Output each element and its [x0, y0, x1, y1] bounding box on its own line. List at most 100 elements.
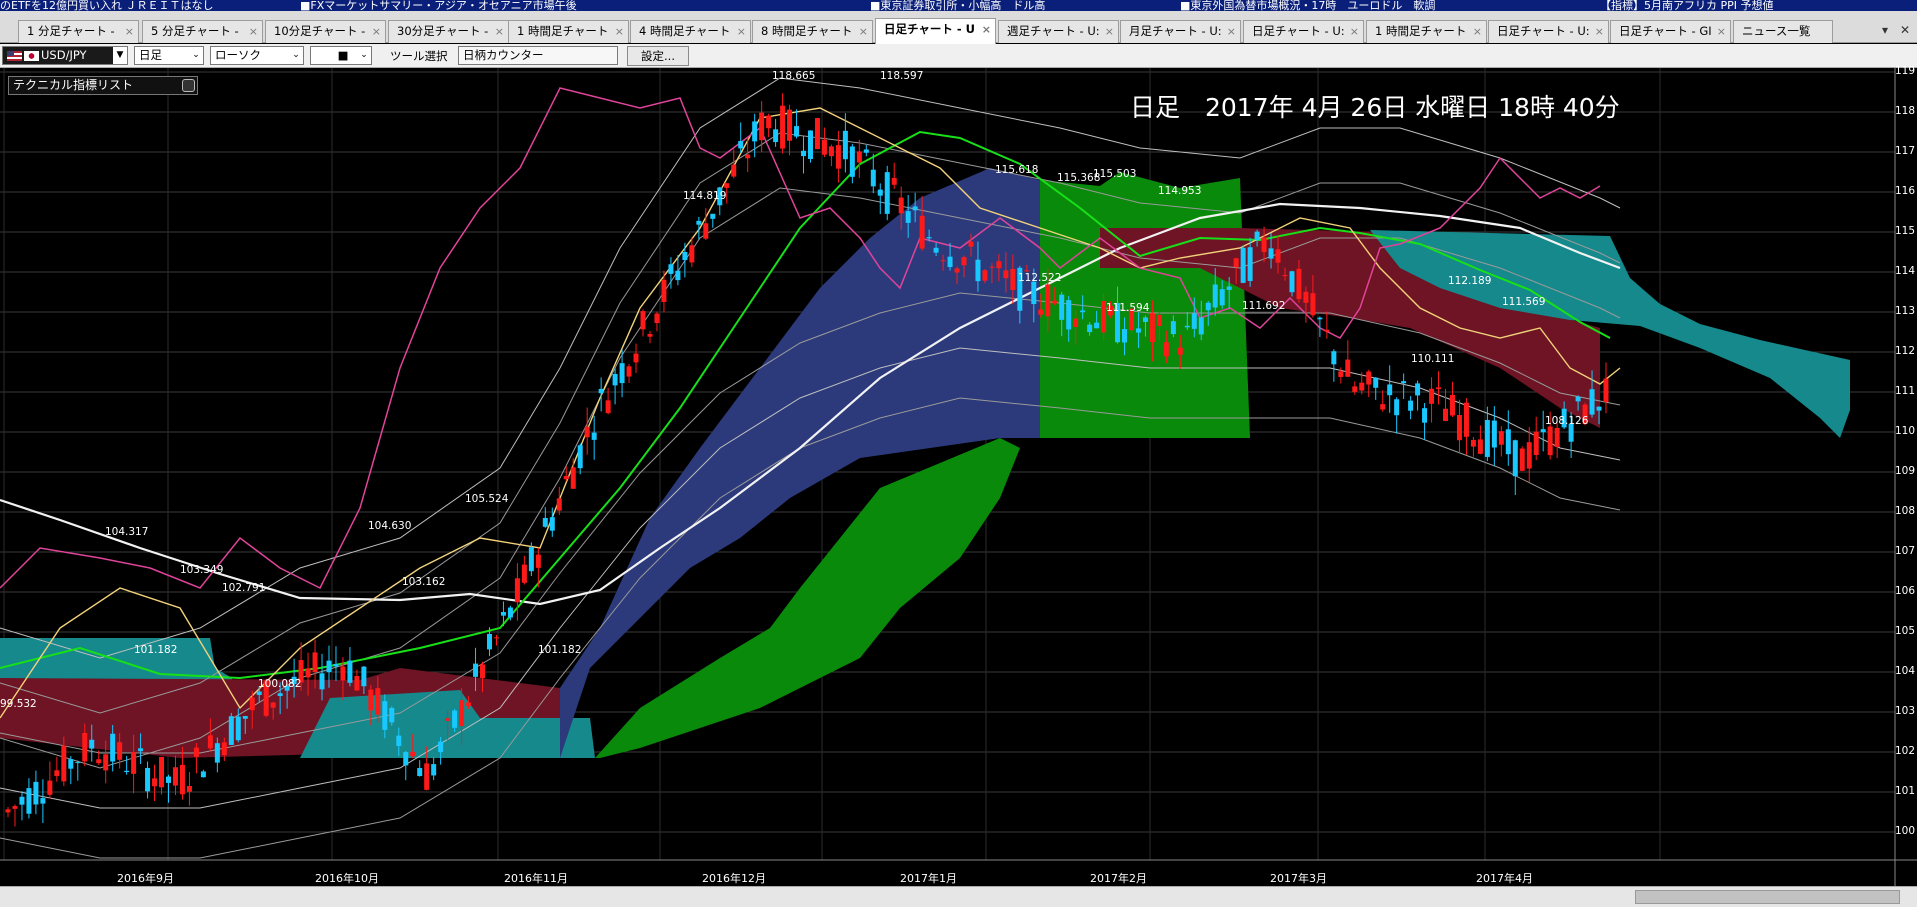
candle-body [242, 716, 248, 719]
ticker-item[interactable]: のETFを12億円買い入れ ＪＲＥＩＴはなし [0, 0, 214, 11]
ticker-item[interactable]: ■東京外国為替市場概況・17時 ユーロドル 軟調 [1180, 0, 1435, 11]
price-annotation: 103.349 [180, 564, 224, 576]
candle-body [535, 554, 541, 568]
technical-indicator-list[interactable]: テクニカル指標リスト [8, 76, 198, 95]
period-select[interactable]: 日足 ⌄ [134, 46, 204, 65]
settings-button[interactable]: 設定... [627, 46, 689, 66]
candle-body [1282, 275, 1288, 277]
candle-body [1289, 271, 1295, 293]
chart-tab[interactable]: 8 時間足チャート × [752, 20, 873, 43]
chevron-down-icon[interactable]: ⌄ [357, 47, 371, 64]
close-icon[interactable]: × [982, 19, 991, 40]
chart-tab[interactable]: 4 時間足チャート × [630, 20, 751, 43]
price-annotation: 114.953 [1158, 185, 1202, 197]
line-style-select[interactable]: ■ ⌄ [310, 46, 372, 65]
candle-body [1526, 442, 1532, 469]
candle-body [598, 388, 604, 394]
close-icon[interactable]: × [1350, 21, 1359, 42]
candle-body [466, 702, 472, 706]
horizontal-scrollbar[interactable] [0, 886, 1917, 907]
price-annotation: 112.189 [1448, 275, 1492, 287]
price-annotation: 115.503 [1093, 168, 1137, 180]
candle-body [12, 806, 18, 809]
chart-tab[interactable]: 5 分足チャート - × [142, 20, 263, 43]
ticker-item[interactable]: ■東京証券取引所・小幅高 ドル高 [870, 0, 1045, 11]
close-icon[interactable]: × [1717, 21, 1726, 42]
symbol-select[interactable]: USD/JPY ▼ [2, 46, 128, 65]
close-icon[interactable]: × [1595, 21, 1604, 42]
close-icon[interactable]: ✕ [1900, 23, 1910, 37]
close-icon[interactable]: × [737, 21, 746, 42]
candle-body [1254, 231, 1260, 241]
chart-tab[interactable]: 1 分足チャート - × [18, 20, 139, 43]
chevron-down-icon[interactable]: ▼ [113, 47, 127, 64]
close-icon[interactable]: × [372, 21, 381, 42]
candle-body [787, 109, 793, 141]
chart-tab[interactable]: 10分足チャート - × [265, 20, 386, 43]
price-annotation: 103.162 [402, 576, 446, 588]
chart-tab[interactable]: 月足チャート - U: × [1120, 20, 1241, 43]
candle-body [801, 150, 807, 157]
close-icon[interactable]: × [125, 21, 134, 42]
chart-tab[interactable]: 日足チャート - GI × [1610, 20, 1731, 43]
chart-toolbar: USD/JPY ▼ 日足 ⌄ ローソク ⌄ ■ ⌄ ツール選択 日柄カウンター … [0, 44, 1917, 68]
price-annotation: 105.524 [465, 493, 509, 505]
chart-canvas[interactable] [0, 68, 1917, 886]
candle-body [542, 517, 548, 527]
candle-body [1247, 247, 1253, 281]
chart-tab[interactable]: 1 時間足チャート × [1366, 20, 1487, 43]
chart-tab[interactable]: 日足チャート - U: × [1488, 20, 1609, 43]
candle-body [738, 140, 744, 149]
close-icon[interactable]: × [495, 21, 504, 42]
candle-body [382, 701, 388, 730]
candle-body [1080, 310, 1086, 313]
tool-select-field[interactable]: 日柄カウンター [458, 46, 618, 65]
price-tick-label: 117 [1895, 145, 1916, 157]
candle-body [200, 771, 206, 778]
candle-body [1505, 429, 1511, 455]
candle-body [661, 279, 667, 302]
ticker-item[interactable]: ■FXマーケットサマリー・アジア・オセアニア市場午後 [300, 0, 577, 11]
date-tick-label: 2017年1月 [900, 872, 957, 885]
close-icon[interactable]: × [859, 21, 868, 42]
candle-body [152, 778, 158, 787]
chevron-down-icon[interactable]: ⌄ [189, 47, 203, 64]
tab-list-dropdown-icon[interactable]: ▾ [1882, 23, 1888, 37]
close-icon[interactable]: × [1473, 21, 1482, 42]
candle-body [891, 177, 897, 185]
candle-body [361, 666, 367, 687]
chart-type-select[interactable]: ローソク ⌄ [210, 46, 304, 65]
candle-body [1052, 300, 1058, 304]
chart-tab[interactable]: 日足チャート - U × [875, 18, 996, 44]
close-icon[interactable]: × [249, 21, 258, 42]
tab-label: 4 時間足チャート [639, 24, 731, 38]
candle-body [633, 353, 639, 363]
price-chart[interactable]: テクニカル指標リスト 日足 2017年 4月 26日 水曜日 18時 40分 1… [0, 65, 1917, 886]
news-ticker[interactable]: のETFを12億円買い入れ ＪＲＥＩＴはなし ■FXマーケットサマリー・アジア・オ… [0, 0, 1917, 11]
ticker-item[interactable]: 【指標】5月南アフリカ PPI 予想値 [1600, 0, 1774, 11]
tab-news-list[interactable]: ニュース一覧 [1733, 20, 1833, 43]
chart-tab[interactable]: 1 時間足チャート × [508, 20, 629, 43]
scrollbar-thumb[interactable] [1635, 890, 1900, 904]
price-tick-label: 116 [1895, 185, 1916, 197]
candle-body [131, 752, 137, 774]
chart-tab[interactable]: 30分足チャート - × [388, 20, 509, 43]
collapse-icon[interactable] [182, 79, 195, 92]
candle-body [186, 785, 192, 792]
price-annotation: 112.522 [1018, 272, 1062, 284]
tab-label: 5 分足チャート - [151, 24, 239, 38]
price-tick-label: 111 [1895, 385, 1916, 397]
candle-body [1087, 324, 1093, 333]
candle-body [1394, 399, 1400, 416]
price-annotation: 104.630 [368, 520, 412, 532]
chevron-down-icon[interactable]: ⌄ [289, 47, 303, 64]
candle-body [863, 149, 869, 153]
close-icon[interactable]: × [1227, 21, 1236, 42]
chart-tab[interactable]: 週足チャート - U: × [998, 20, 1119, 43]
candle-body [1149, 313, 1155, 343]
close-icon[interactable]: × [1105, 21, 1114, 42]
candle-body [647, 333, 653, 337]
close-icon[interactable]: × [615, 21, 624, 42]
candle-body [326, 660, 332, 673]
chart-tab[interactable]: 日足チャート - U: × [1243, 20, 1364, 43]
